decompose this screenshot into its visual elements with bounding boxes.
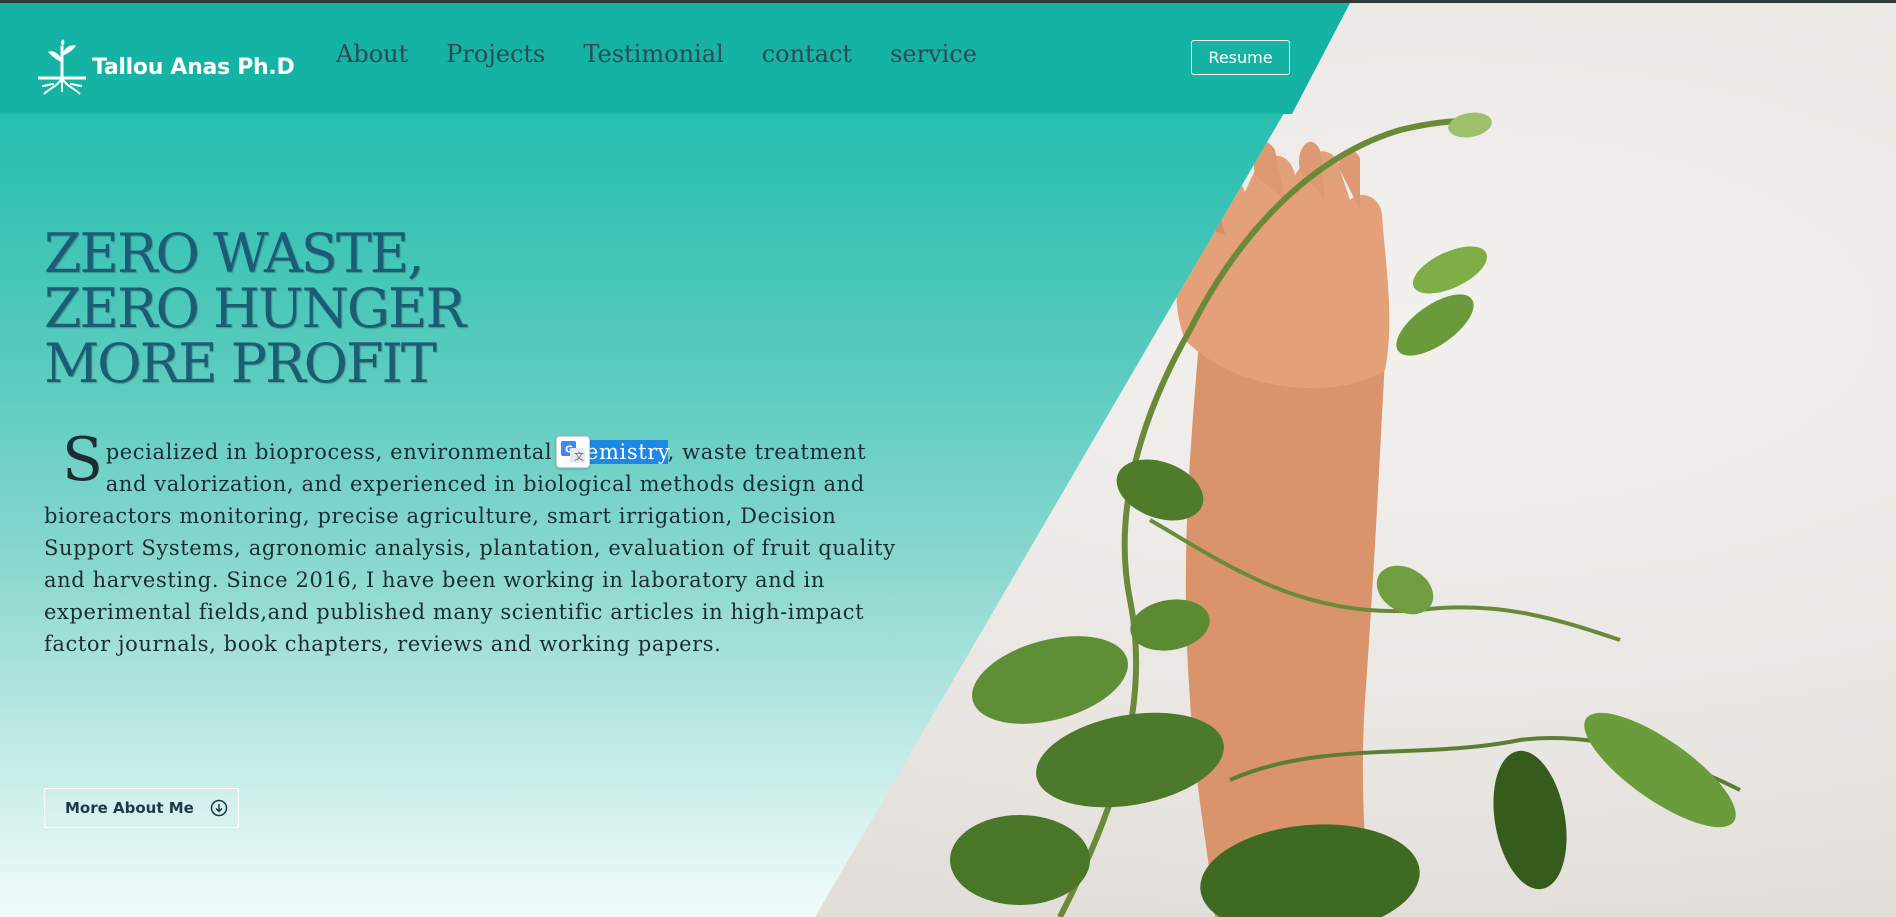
nav-item-contact[interactable]: contact [762, 40, 852, 68]
more-about-me-label: More About Me [65, 799, 194, 817]
intro-paragraph: Specialized in bioprocess, environmental… [44, 425, 914, 660]
intro-text-start: pecialized in bioprocess, environmental [105, 440, 560, 464]
arrow-down-circle-icon [210, 799, 228, 817]
top-border [0, 0, 1896, 3]
nav-item-about[interactable]: About [336, 40, 408, 68]
headline-line-3: MORE PROFIT [44, 332, 437, 395]
nav-item-projects[interactable]: Projects [446, 40, 545, 68]
resume-button[interactable]: Resume [1191, 40, 1290, 75]
google-translate-icon[interactable]: G 文 [556, 436, 590, 468]
plant-roots-logo-icon [38, 39, 86, 95]
brand-name: Tallou Anas Ph.D [92, 54, 295, 80]
more-about-me-button[interactable]: More About Me [44, 788, 239, 828]
headline-line-2: ZERO HUNGER [44, 277, 466, 340]
nav-item-testimonial[interactable]: Testimonial [583, 40, 723, 68]
hero-headline: ZERO WASTE, ZERO HUNGER MORE PROFIT [44, 222, 466, 395]
brand[interactable]: Tallou Anas Ph.D [36, 38, 295, 96]
svg-text:文: 文 [574, 450, 584, 463]
intro-text-rest: , waste treatment and valorization, and … [44, 440, 896, 656]
main-nav: About Projects Testimonial contact servi… [336, 40, 1015, 68]
headline-line-1: ZERO WASTE, [44, 222, 424, 285]
translate-glyph-icon: G 文 [561, 441, 585, 463]
nav-item-service[interactable]: service [890, 40, 977, 68]
intro-dropcap: S [62, 425, 104, 495]
